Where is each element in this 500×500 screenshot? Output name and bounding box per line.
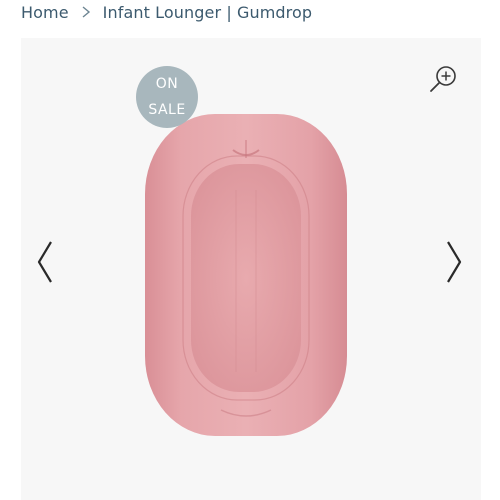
- product-gallery: ON SALE: [21, 38, 481, 500]
- chevron-right-icon: [82, 6, 90, 18]
- sale-badge-line2: SALE: [148, 102, 186, 118]
- breadcrumb: Home Infant Lounger | Gumdrop: [21, 0, 312, 24]
- breadcrumb-current: Infant Lounger | Gumdrop: [102, 2, 313, 22]
- breadcrumb-home-link[interactable]: Home: [21, 3, 69, 22]
- sale-badge-line1: ON: [155, 76, 179, 92]
- zoom-in-icon[interactable]: [428, 64, 460, 96]
- product-image[interactable]: [141, 110, 351, 440]
- sale-badge: ON SALE: [136, 66, 198, 128]
- chevron-right-icon[interactable]: [442, 238, 466, 286]
- chevron-left-icon[interactable]: [33, 238, 57, 286]
